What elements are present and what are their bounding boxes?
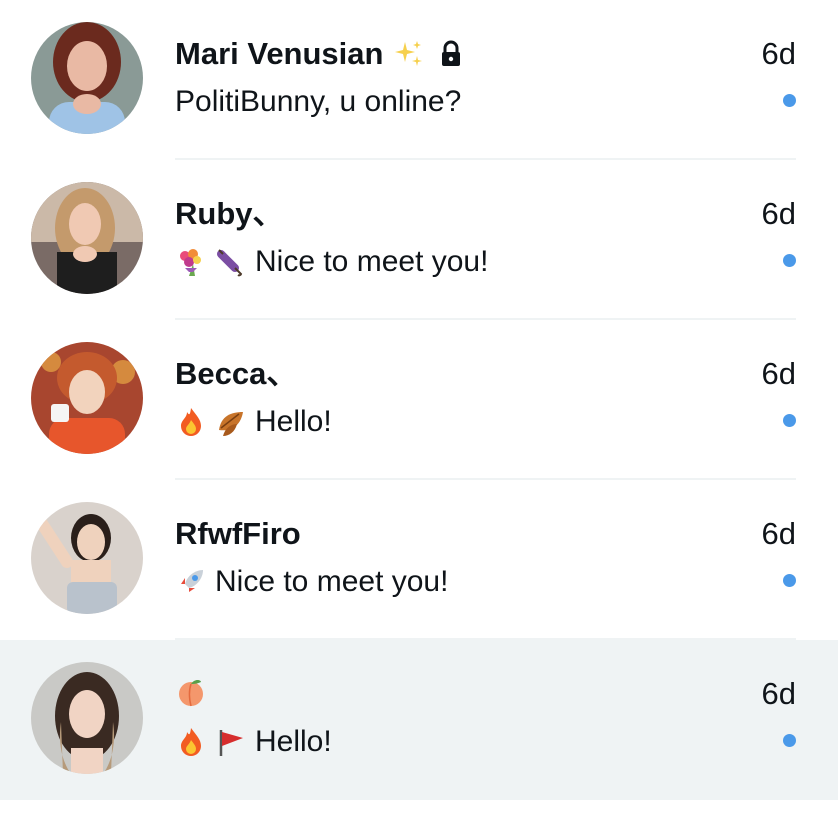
sender-name: Mari Venusian — [175, 36, 384, 71]
conversation-item[interactable]: Mari Venusian 6d PolitiBunny, u online? — [0, 0, 838, 160]
conversation-name: Mari Venusian — [175, 36, 467, 72]
sender-name: Becca、 — [175, 356, 298, 391]
avatar[interactable] — [31, 342, 143, 454]
timestamp: 6d — [761, 676, 796, 711]
unread-indicator — [783, 254, 796, 267]
avatar[interactable] — [31, 662, 143, 774]
unread-indicator — [783, 734, 796, 747]
rocket-icon — [175, 566, 207, 598]
timestamp: 6d — [761, 356, 796, 391]
timestamp: 6d — [761, 196, 796, 231]
flag-icon — [215, 726, 247, 758]
fire-icon — [175, 726, 207, 758]
fire-icon — [175, 406, 207, 438]
avatar[interactable] — [31, 22, 143, 134]
preview-text: Nice to meet you! — [255, 245, 489, 278]
avatar[interactable] — [31, 502, 143, 614]
conversation-item[interactable]: 6d Hello! — [0, 640, 838, 800]
conversation-item[interactable]: RfwfFiro 6d Nice to meet you! — [0, 480, 838, 640]
peach-icon — [175, 676, 207, 708]
conversation-name: Becca、 — [175, 356, 297, 392]
preview-text: Hello! — [255, 405, 332, 438]
unread-indicator — [783, 414, 796, 427]
conversation-item[interactable]: Ruby、 6d Nice to meet you! — [0, 160, 838, 320]
umbrella-icon — [215, 246, 247, 278]
message-preview: Hello! — [175, 724, 332, 760]
conversation-name: RfwfFiro — [175, 516, 301, 552]
preview-text: Nice to meet you! — [215, 565, 449, 598]
lock-icon — [435, 38, 467, 70]
leaves-icon — [215, 406, 247, 438]
bouquet-icon — [175, 246, 207, 278]
message-preview: PolitiBunny, u online? — [175, 84, 461, 120]
conversation-name — [175, 676, 217, 708]
message-preview: Hello! — [175, 404, 332, 440]
message-preview: Nice to meet you! — [175, 564, 448, 600]
conversation-item[interactable]: Becca、 6d Hello! — [0, 320, 838, 480]
sender-name: Ruby、 — [175, 196, 284, 231]
timestamp: 6d — [761, 516, 796, 551]
sparkles-icon — [393, 38, 425, 70]
unread-indicator — [783, 94, 796, 107]
timestamp: 6d — [761, 36, 796, 71]
unread-indicator — [783, 574, 796, 587]
preview-text: PolitiBunny, u online? — [175, 85, 462, 118]
message-preview: Nice to meet you! — [175, 244, 488, 280]
sender-name: RfwfFiro — [175, 516, 301, 551]
preview-text: Hello! — [255, 725, 332, 758]
conversation-name: Ruby、 — [175, 196, 284, 232]
conversation-list: Mari Venusian 6d PolitiBunny, u online? — [0, 0, 838, 800]
avatar[interactable] — [31, 182, 143, 294]
